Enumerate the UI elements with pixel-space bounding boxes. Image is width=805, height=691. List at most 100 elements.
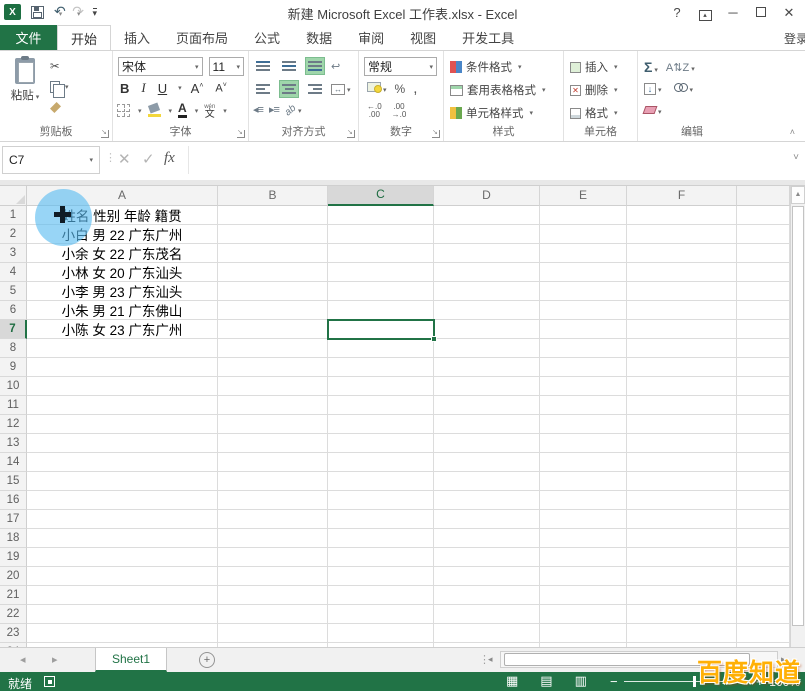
cell-F16[interactable]	[627, 491, 737, 510]
cell-B2[interactable]	[218, 225, 328, 244]
phonetic-guide-icon[interactable]: wén文	[204, 104, 215, 118]
cell-A19[interactable]	[27, 548, 218, 567]
cell-C12[interactable]	[328, 415, 434, 434]
increase-font-button[interactable]: A˄	[188, 81, 207, 96]
cell-B12[interactable]	[218, 415, 328, 434]
alignment-dialog-launcher[interactable]: ↘	[347, 130, 355, 138]
italic-button[interactable]: I	[138, 80, 148, 96]
cell-D6[interactable]	[434, 301, 540, 320]
cell-B13[interactable]	[218, 434, 328, 453]
delete-cells-button[interactable]: ✕删除▾	[570, 82, 618, 98]
close-button[interactable]: ✕	[775, 5, 803, 21]
column-header-E[interactable]: E	[540, 186, 627, 206]
cell-E17[interactable]	[540, 510, 627, 529]
formula-input[interactable]	[188, 146, 780, 174]
cell-B4[interactable]	[218, 263, 328, 282]
increase-decimal-button[interactable]: ←.0 .00	[367, 103, 382, 119]
row-header-4[interactable]: 4	[0, 263, 27, 282]
cell-B11[interactable]	[218, 396, 328, 415]
cell-F1[interactable]	[627, 206, 737, 225]
cell-D4[interactable]	[434, 263, 540, 282]
minimize-button[interactable]: ─	[719, 5, 747, 20]
cell-E10[interactable]	[540, 377, 627, 396]
cell-A14[interactable]	[27, 453, 218, 472]
cell-A17[interactable]	[27, 510, 218, 529]
row-header-15[interactable]: 15	[0, 472, 27, 491]
hscroll-left-icon[interactable]: ◂	[488, 654, 493, 665]
cell-D12[interactable]	[434, 415, 540, 434]
cell-A11[interactable]	[27, 396, 218, 415]
decrease-decimal-button[interactable]: .00 →.0	[392, 103, 407, 119]
cell-F14[interactable]	[627, 453, 737, 472]
merge-center-button[interactable]: ↔▾	[331, 83, 351, 95]
cell-A5[interactable]: 小李 男 23 广东汕头	[27, 282, 218, 301]
row-header-20[interactable]: 20	[0, 567, 27, 586]
align-center-button[interactable]	[279, 80, 299, 98]
comma-style-button[interactable]: ,	[413, 80, 417, 97]
row-header-22[interactable]: 22	[0, 605, 27, 624]
cell-E7[interactable]	[540, 320, 627, 339]
row-header-14[interactable]: 14	[0, 453, 27, 472]
row-header-7[interactable]: 7	[0, 320, 27, 339]
wrap-text-button[interactable]: ↩	[331, 60, 340, 73]
tab-page-layout[interactable]: 页面布局	[163, 25, 241, 50]
sheet-nav-prev-icon[interactable]: ◂	[20, 653, 26, 666]
cell-B7[interactable]	[218, 320, 328, 339]
cell-C17[interactable]	[328, 510, 434, 529]
cell-styles-button[interactable]: 单元格样式▾	[450, 105, 533, 121]
cell-B10[interactable]	[218, 377, 328, 396]
cell-C4[interactable]	[328, 263, 434, 282]
cell-F4[interactable]	[627, 263, 737, 282]
cell-F3[interactable]	[627, 244, 737, 263]
sheet-tab-sheet1[interactable]: Sheet1	[95, 648, 167, 672]
cell-D14[interactable]	[434, 453, 540, 472]
cell-E12[interactable]	[540, 415, 627, 434]
cell-E14[interactable]	[540, 453, 627, 472]
cell-C9[interactable]	[328, 358, 434, 377]
cell-D2[interactable]	[434, 225, 540, 244]
cell-D11[interactable]	[434, 396, 540, 415]
row-header-6[interactable]: 6	[0, 301, 27, 320]
cell-F13[interactable]	[627, 434, 737, 453]
name-box[interactable]: C7▾	[2, 146, 100, 174]
cell-B21[interactable]	[218, 586, 328, 605]
cell-B19[interactable]	[218, 548, 328, 567]
cell-E6[interactable]	[540, 301, 627, 320]
insert-cells-button[interactable]: 插入▾	[570, 59, 618, 75]
cell-F2[interactable]	[627, 225, 737, 244]
cell-F5[interactable]	[627, 282, 737, 301]
copy-button[interactable]: ▾	[48, 76, 110, 97]
cell-C16[interactable]	[328, 491, 434, 510]
row-header-13[interactable]: 13	[0, 434, 27, 453]
cell-A4[interactable]: 小林 女 20 广东汕头	[27, 263, 218, 282]
align-middle-button[interactable]	[279, 57, 299, 75]
tab-home[interactable]: 开始	[57, 25, 111, 50]
cell-D7[interactable]	[434, 320, 540, 339]
cell-B9[interactable]	[218, 358, 328, 377]
cell-E4[interactable]	[540, 263, 627, 282]
cell-F22[interactable]	[627, 605, 737, 624]
cell-D8[interactable]	[434, 339, 540, 358]
cell-B22[interactable]	[218, 605, 328, 624]
cell-C5[interactable]	[328, 282, 434, 301]
zoom-out-button[interactable]: −	[610, 674, 618, 689]
cell-B8[interactable]	[218, 339, 328, 358]
cell-C13[interactable]	[328, 434, 434, 453]
column-header-C[interactable]: C	[328, 186, 434, 206]
cell-D13[interactable]	[434, 434, 540, 453]
maximize-button[interactable]	[747, 5, 775, 20]
sheet-nav-next-icon[interactable]: ▸	[52, 653, 58, 666]
row-header-21[interactable]: 21	[0, 586, 27, 605]
row-header-12[interactable]: 12	[0, 415, 27, 434]
cell-C8[interactable]	[328, 339, 434, 358]
page-layout-view-icon[interactable]: ▤	[540, 673, 552, 689]
cell-D20[interactable]	[434, 567, 540, 586]
cell-F21[interactable]	[627, 586, 737, 605]
cell-A9[interactable]	[27, 358, 218, 377]
row-header-1[interactable]: 1	[0, 206, 27, 225]
row-header-10[interactable]: 10	[0, 377, 27, 396]
cell-F8[interactable]	[627, 339, 737, 358]
cell-F20[interactable]	[627, 567, 737, 586]
cell-E5[interactable]	[540, 282, 627, 301]
align-top-button[interactable]	[253, 57, 273, 75]
